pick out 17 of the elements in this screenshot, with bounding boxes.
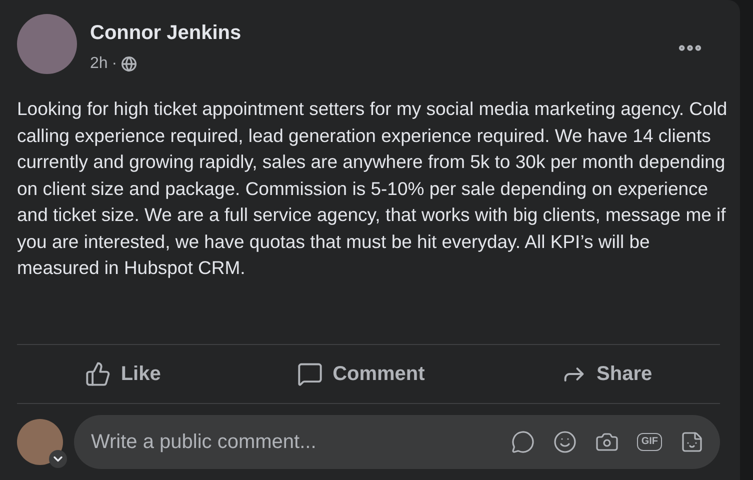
comment-field[interactable]: Write a public comment... GIF: [74, 415, 720, 469]
thumbs-up-icon: [84, 360, 111, 386]
separator-dot: ·: [112, 54, 118, 74]
speech-bubble-icon: [296, 360, 323, 386]
globe-icon: [121, 56, 138, 72]
avatar-placeholder: [17, 419, 63, 465]
emoji-icon[interactable]: [553, 430, 578, 454]
gif-button[interactable]: GIF: [637, 433, 662, 451]
author-name[interactable]: Connor Jenkins: [90, 18, 242, 48]
comment-button[interactable]: Comment: [284, 352, 437, 394]
camera-icon[interactable]: [595, 430, 620, 454]
chevron-down-icon[interactable]: [49, 450, 67, 468]
sticker-icon[interactable]: [680, 430, 704, 454]
post-time[interactable]: 2h: [90, 52, 108, 76]
like-button[interactable]: Like: [72, 352, 173, 394]
post-text: Looking for high ticket appointment setters for my social media marketing agency. Cold calling experience required, lead generation experience required. We have 14 clients currently and growing rapidly, sales are anywhere from 5k to 30k per month depending on client size and package. Commission is 5-10% per sale depending on experience and ticket size. We are a full service agency, that works with big clients, message me if you are interested, we have quotas that must be hit everyday. All KPI’s will be measured in Hubspot CRM.: [17, 97, 728, 280]
share-button[interactable]: Share: [548, 352, 664, 394]
